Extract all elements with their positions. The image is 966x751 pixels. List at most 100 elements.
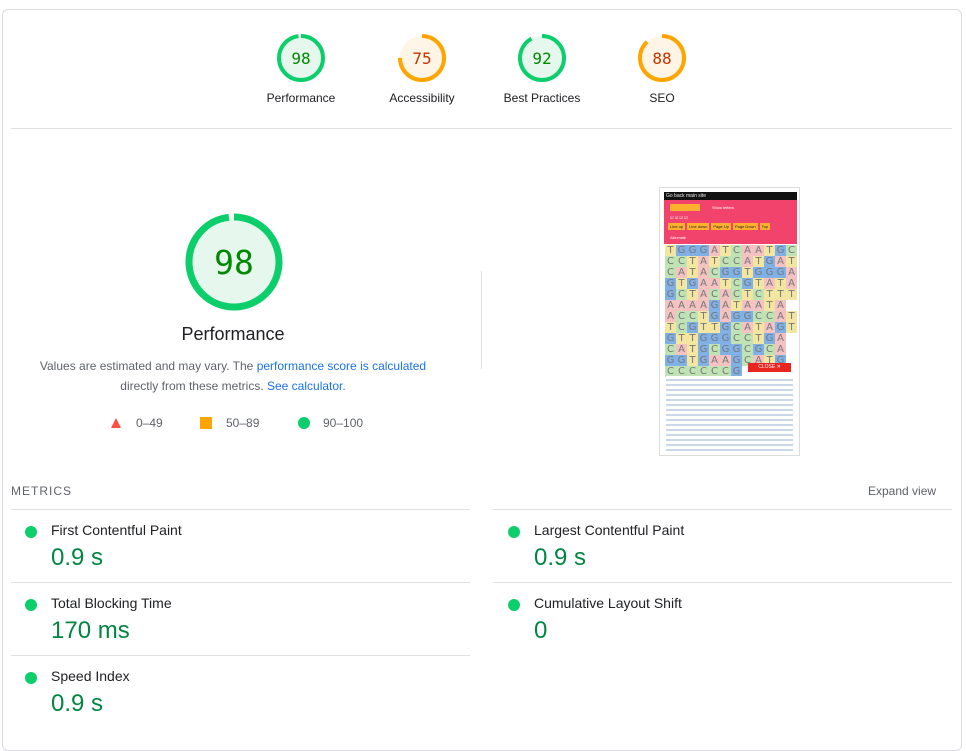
grid-cell: C (731, 256, 742, 267)
pass-circle-icon (508, 599, 520, 611)
grid-cell: G (698, 344, 709, 355)
pass-circle-icon (25, 526, 37, 538)
grid-cell: G (753, 267, 764, 278)
grid-cell: T (731, 300, 742, 311)
grid-cell: A (753, 300, 764, 311)
grid-cell: A (764, 278, 775, 289)
grid-cell: C (665, 344, 676, 355)
grid-cell: C (676, 322, 687, 333)
divider (11, 582, 470, 583)
grid-cell: T (764, 289, 775, 300)
grid-cell: A (687, 300, 698, 311)
metric-name: Largest Contentful Paint (534, 522, 685, 538)
main-title: Performance (181, 324, 285, 344)
pass-circle-icon (25, 599, 37, 611)
shot-top-bar: Go back main site (664, 192, 797, 200)
grid-cell: A (742, 256, 753, 267)
shot-text-area (666, 376, 793, 452)
grid-cell: T (786, 256, 797, 267)
shot-btn: Page Up (711, 223, 731, 230)
metrics-header: METRICS (11, 484, 72, 498)
score-calc-link[interactable]: performance score is calculated (257, 359, 426, 373)
grid-cell: A (775, 311, 786, 322)
grid-cell: A (698, 289, 709, 300)
grid-cell: C (731, 333, 742, 344)
grid-cell: C (786, 245, 797, 256)
grid-row: TGGGATCAATGC (665, 245, 797, 256)
grid-cell: T (687, 333, 698, 344)
grid-cell: A (742, 322, 753, 333)
grid-row: GTGAATCGTATA (665, 278, 797, 289)
gauge-label: Best Practices (503, 91, 581, 105)
grid-cell: C (764, 311, 775, 322)
grid-cell: A (720, 289, 731, 300)
grid-cell: G (731, 355, 742, 366)
grid-cell: G (709, 311, 720, 322)
grid-cell: A (676, 344, 687, 355)
grid-cell: T (775, 289, 786, 300)
desc-text: Values are estimated and may vary. The (39, 359, 254, 373)
legend-range: 90–100 (323, 416, 364, 430)
grid-cell: A (720, 355, 731, 366)
grid-cell: G (709, 333, 720, 344)
shot-checkbox-row: ☑ ☑ ☑ ☑ (670, 215, 688, 220)
divider (11, 128, 952, 129)
grid-cell: T (687, 256, 698, 267)
grid-cell: T (720, 245, 731, 256)
grid-cell: T (742, 267, 753, 278)
grid-cell: T (709, 322, 720, 333)
circle-icon (298, 417, 310, 429)
grid-cell: T (665, 322, 676, 333)
desc-text-2: directly from these metrics. (120, 379, 264, 393)
pass-circle-icon (25, 672, 37, 684)
grid-row: CATACGGTGGGA (665, 267, 797, 278)
grid-row: CATGCGGCGCA (665, 344, 797, 355)
vertical-separator (481, 271, 482, 369)
shot-close-button: CLOSE ✕ (748, 363, 791, 372)
gauge-performance[interactable]: 98 Performance (241, 33, 361, 105)
grid-cell: G (775, 267, 786, 278)
metric-value: 170 ms (51, 617, 130, 644)
grid-cell: T (742, 289, 753, 300)
grid-cell: T (764, 300, 775, 311)
grid-cell: A (775, 300, 786, 311)
grid-cell: G (676, 355, 687, 366)
grid-cell: C (731, 289, 742, 300)
grid-cell: G (665, 278, 676, 289)
grid-cell: G (687, 245, 698, 256)
grid-cell: A (709, 245, 720, 256)
see-calculator-link[interactable]: See calculator. (267, 379, 346, 393)
grid-cell: C (709, 344, 720, 355)
grid-cell: C (731, 278, 742, 289)
grid-cell: C (687, 311, 698, 322)
gauge-seo[interactable]: 88 SEO (602, 33, 722, 105)
divider (493, 582, 952, 583)
grid-cell: G (742, 311, 753, 322)
gauge-label: Performance (266, 91, 336, 105)
gauge-ring: 75 (398, 34, 446, 82)
grid-cell: C (753, 289, 764, 300)
grid-cell: A (720, 311, 731, 322)
metric-value: 0.9 s (51, 544, 104, 571)
grid-cell: T (698, 322, 709, 333)
grid-cell: A (698, 278, 709, 289)
grid-cell: G (687, 278, 698, 289)
shot-btn: Line up (668, 223, 686, 230)
grid-cell: C (709, 289, 720, 300)
grid-cell: C (764, 344, 775, 355)
grid-cell: C (676, 311, 687, 322)
grid-cell: T (709, 256, 720, 267)
grid-cell: G (720, 322, 731, 333)
grid-cell: T (687, 289, 698, 300)
legend-average: 50–89 (200, 416, 259, 430)
gauge-best-practices[interactable]: 92 Best Practices (482, 33, 602, 105)
grid-cell: C (665, 267, 676, 278)
grid-cell: T (676, 278, 687, 289)
final-screenshot[interactable]: Go back main site Show letters ☑ ☑ ☑ ☑ L… (659, 187, 800, 456)
expand-view-button[interactable]: Expand view (868, 484, 936, 498)
metric-value: 0.9 s (534, 544, 587, 571)
legend-pass: 90–100 (298, 416, 363, 430)
divider (11, 509, 470, 510)
gauge-accessibility[interactable]: 75 Accessibility (362, 33, 482, 105)
pass-circle-icon (508, 526, 520, 538)
